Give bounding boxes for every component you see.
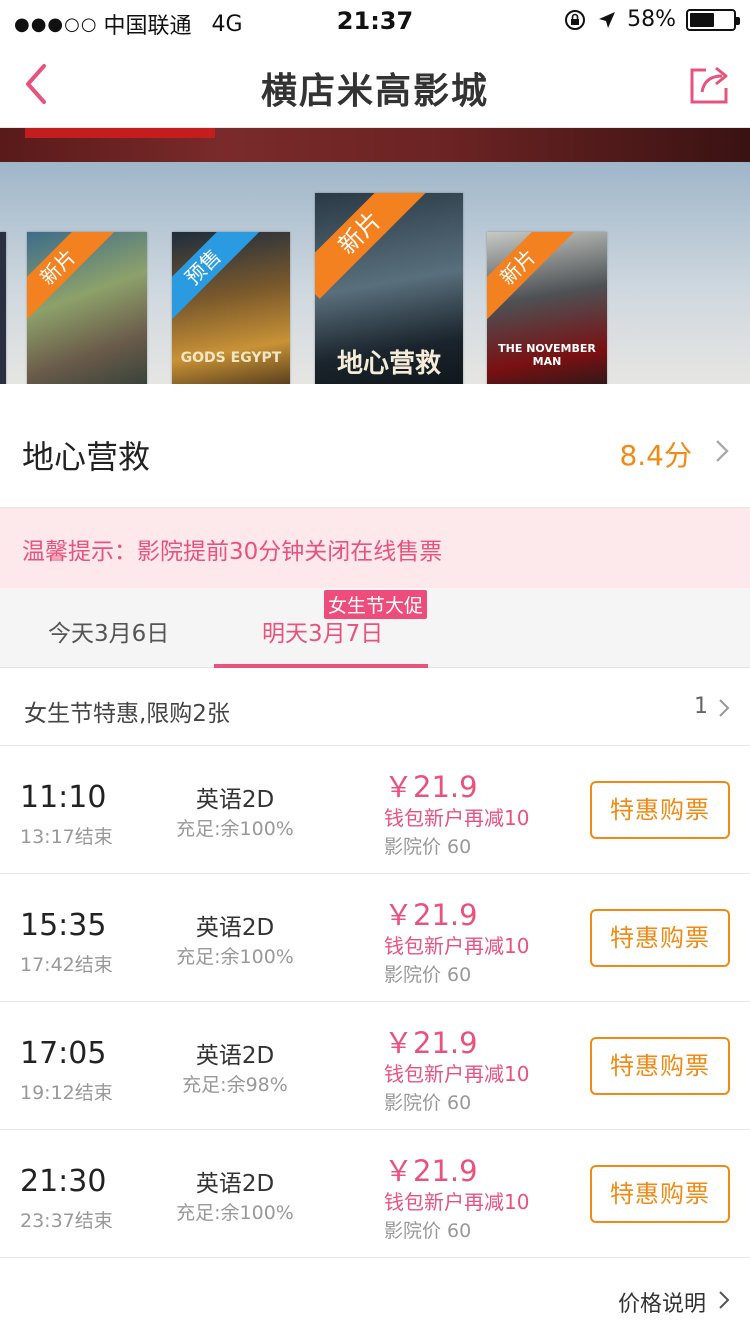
promo-label: 女生节特惠,限购2张	[24, 701, 230, 727]
promo-row[interactable]: 女生节特惠,限购2张 1	[0, 668, 750, 746]
notice-banner: 温馨提示：影院提前30分钟关闭在线售票	[0, 508, 750, 588]
status-right-group: 58%	[563, 7, 740, 32]
poster-title: GODS EGYPT	[180, 350, 282, 366]
language-format: 英语2D	[195, 1171, 275, 1197]
new-badge: 新片	[27, 232, 115, 324]
page-title: 横店米高影城	[260, 71, 489, 112]
poster-title: 地心营救	[336, 349, 441, 379]
wallet-discount: 钱包新户再减10	[384, 1190, 530, 1214]
location-arrow-icon	[599, 11, 616, 28]
buy-ticket-button[interactable]: 特惠购票	[590, 1165, 730, 1223]
navigation-bar: 横店米高影城	[0, 40, 750, 128]
end-time: 17:42结束	[20, 954, 113, 976]
footer: 价格说明	[0, 1258, 750, 1334]
language-format: 英语2D	[195, 787, 275, 813]
start-time: 15:35	[20, 908, 107, 943]
new-badge: 新片	[487, 232, 575, 324]
language-format: 英语2D	[195, 915, 275, 941]
wallet-discount: 钱包新户再减10	[384, 1062, 530, 1086]
movie-poster[interactable]: 新片	[27, 232, 147, 396]
banner-strip[interactable]	[0, 128, 750, 162]
promo-count: 1	[694, 694, 708, 719]
ticket-price: ￥21.9	[384, 1026, 478, 1060]
ticket-price: ￥21.9	[384, 770, 478, 804]
rotation-lock-icon	[565, 9, 586, 30]
end-time: 23:37结束	[20, 1210, 113, 1232]
showtime-row[interactable]: 11:10 13:17结束 英语2D 充足:余100% ￥21.9 钱包新户再减…	[0, 746, 750, 874]
end-time: 13:17结束	[20, 826, 113, 848]
notice-text: 温馨提示：影院提前30分钟关闭在线售票	[22, 539, 443, 565]
cinema-price: 影院价 60	[384, 964, 472, 986]
movie-poster[interactable]: 预售 GODS EGYPT	[172, 232, 290, 396]
price-explanation-link[interactable]: 价格说明	[618, 1286, 706, 1318]
battery-percent: 58%	[627, 7, 676, 32]
chevron-right-icon	[719, 699, 730, 717]
buy-ticket-button[interactable]: 特惠购票	[590, 909, 730, 967]
ticket-price: ￥21.9	[384, 898, 478, 932]
movie-score: 8.4分	[619, 439, 692, 472]
seat-availability: 充足:余100%	[176, 946, 294, 968]
chevron-right-icon	[716, 440, 729, 462]
battery-icon	[686, 8, 740, 31]
cinema-price: 影院价 60	[384, 1092, 472, 1114]
buy-ticket-button[interactable]: 特惠购票	[590, 1037, 730, 1095]
tab-tomorrow[interactable]: 明天3月7日	[262, 614, 383, 648]
poster-title: THE NOVEMBER MAN	[498, 342, 596, 368]
ticket-price: ￥21.9	[384, 1154, 478, 1188]
movie-name: 地心营救	[22, 438, 151, 476]
poster-partial[interactable]	[0, 232, 6, 396]
status-bar: ●●●○○ 中国联通 4G 21:37 58%	[0, 0, 750, 40]
banner-image-edge	[25, 128, 215, 138]
showtime-row[interactable]: 17:05 19:12结束 英语2D 充足:余98% ￥21.9 钱包新户再减1…	[0, 1002, 750, 1130]
cinema-price: 影院价 60	[384, 836, 472, 858]
language-format: 英语2D	[195, 1043, 275, 1069]
start-time: 21:30	[20, 1164, 107, 1199]
showtime-row[interactable]: 15:35 17:42结束 英语2D 充足:余100% ￥21.9 钱包新户再减…	[0, 874, 750, 1002]
poster-carousel[interactable]: 新片 预售 GODS EGYPT 新片 地心营救 新片 THE NOVEMBER…	[0, 162, 750, 396]
share-icon[interactable]	[688, 62, 732, 106]
new-badge: 新片	[315, 193, 426, 299]
movie-poster[interactable]: 新片 THE NOVEMBER MAN	[487, 232, 607, 396]
showtime-row[interactable]: 21:30 23:37结束 英语2D 充足:余100% ￥21.9 钱包新户再减…	[0, 1130, 750, 1258]
end-time: 19:12结束	[20, 1082, 113, 1104]
start-time: 17:05	[20, 1036, 107, 1071]
carousel-floor	[0, 384, 750, 396]
wallet-discount: 钱包新户再减10	[384, 806, 530, 830]
seat-availability: 充足:余98%	[182, 1074, 288, 1096]
wallet-discount: 钱包新户再减10	[384, 934, 530, 958]
movie-info-row[interactable]: 地心营救 8.4分	[0, 396, 750, 508]
seat-availability: 充足:余100%	[176, 1202, 294, 1224]
seat-availability: 充足:余100%	[176, 818, 294, 840]
date-tabs: 今天3月6日 女生节大促 明天3月7日	[0, 588, 750, 668]
presale-badge: 预售	[172, 232, 260, 324]
movie-poster-selected[interactable]: 新片 地心营救	[315, 193, 463, 395]
start-time: 11:10	[20, 780, 107, 815]
tab-today[interactable]: 今天3月6日	[48, 614, 169, 648]
buy-ticket-button[interactable]: 特惠购票	[590, 781, 730, 839]
chevron-right-icon	[719, 1291, 730, 1309]
cinema-price: 影院价 60	[384, 1220, 472, 1242]
